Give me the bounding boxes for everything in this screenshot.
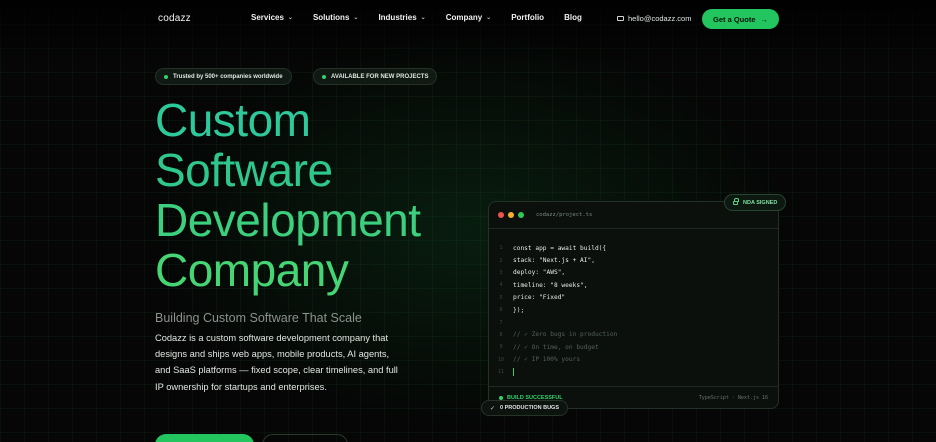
code-comment: // ✓ On time, on budget <box>513 343 599 351</box>
main-nav: Services ⌄ Solutions ⌄ Industries ⌄ Company ⌄ Po… <box>251 13 602 22</box>
code-line: 2 stack: "Next.js + AI", <box>489 254 778 266</box>
get-quote-label: Get a Quote <box>712 14 756 24</box>
production-bugs-badge: ✓ 0 PRODUCTION BUGS <box>481 400 569 416</box>
line-number: 5 <box>499 294 503 301</box>
chevron-down-icon: ⌄ <box>353 15 359 21</box>
nav-item-label: Services <box>251 13 284 22</box>
nav-item-label: Industries <box>378 13 417 22</box>
headline-line-2: Software <box>155 144 333 196</box>
code-line: 5 price: "Fixed" <box>489 292 778 304</box>
line-number: 11 <box>497 369 505 376</box>
nda-badge: NDA SIGNED <box>724 194 787 211</box>
code-comment: // ✓ IP 100% yours <box>513 356 581 364</box>
nav-item-industries[interactable]: Industries ⌄ <box>378 13 425 22</box>
code-line: 7 <box>489 316 778 328</box>
hero-subheading: Building Custom Software That Scale <box>155 311 362 325</box>
line-number: 8 <box>499 331 503 338</box>
code-window: codazz/project.ts 1 const app = await bui… <box>488 201 779 409</box>
get-quote-button[interactable]: Get a Quote → <box>702 9 779 29</box>
email-text: hello@codazz.com <box>628 14 692 23</box>
background-glow <box>0 0 936 442</box>
production-bugs-text: 0 PRODUCTION BUGS <box>500 405 560 411</box>
hero-headline: Custom Software Development Company <box>155 95 421 295</box>
status-dot-icon <box>499 395 503 400</box>
nav-item-label: Solutions <box>312 13 350 22</box>
code-text: deploy: "AWS", <box>513 269 566 277</box>
code-text: price: "Fixed" <box>513 294 566 302</box>
brand-logo[interactable]: codazz <box>158 13 191 24</box>
nav-item-company[interactable]: Company ⌄ <box>446 13 491 22</box>
trusted-badge: Trusted by 500+ companies worldwide <box>155 68 292 85</box>
mail-icon <box>617 16 624 21</box>
code-text: const app = await build({ <box>513 244 607 252</box>
code-line: 4 timeline: "8 weeks", <box>489 279 778 291</box>
maximize-dot-icon <box>518 212 524 218</box>
code-line: 1 const app = await build({ <box>489 242 778 254</box>
nav-item-blog[interactable]: Blog <box>564 13 582 22</box>
code-line: 6}); <box>489 304 778 316</box>
code-line: 8 // ✓ Zero bugs in production <box>489 329 778 341</box>
text-cursor <box>513 368 514 377</box>
email-link[interactable]: hello@codazz.com <box>617 14 691 23</box>
line-number: 10 <box>497 356 505 363</box>
code-line: 3 deploy: "AWS", <box>489 267 778 279</box>
headline-line-3: Development <box>155 194 421 246</box>
check-icon: ✓ <box>490 405 496 412</box>
availability-badge: AVAILABLE FOR NEW PROJECTS <box>313 68 438 85</box>
nav-item-label: Company <box>445 13 483 22</box>
nav-item-label: Portfolio <box>511 13 545 22</box>
code-line: 11 <box>489 366 778 378</box>
headline-line-4: Company <box>155 244 349 296</box>
close-dot-icon <box>498 212 504 218</box>
headline-line-1: Custom <box>155 94 311 146</box>
code-line: 9 // ✓ On time, on budget <box>489 341 778 353</box>
code-body: 1 const app = await build({ 2 stack: "Next… <box>489 229 778 378</box>
nav-item-services[interactable]: Services ⌄ <box>251 13 293 22</box>
code-text: timeline: "8 weeks", <box>513 281 588 289</box>
status-dot-icon <box>322 74 326 79</box>
nda-badge-text: NDA SIGNED <box>743 199 778 206</box>
stack-label: TypeScript · Next.js 16 <box>698 394 768 401</box>
line-number: 4 <box>499 282 503 289</box>
chevron-down-icon: ⌄ <box>287 15 293 21</box>
line-number: 3 <box>499 269 503 276</box>
hero-description: Codazz is a custom software development … <box>155 333 398 392</box>
line-number: 6 <box>499 307 503 314</box>
nav-item-solutions[interactable]: Solutions ⌄ <box>313 13 358 22</box>
secondary-cta-button[interactable] <box>262 434 348 442</box>
line-number: 1 <box>499 245 503 252</box>
chevron-down-icon: ⌄ <box>486 15 492 21</box>
status-dot-icon <box>164 74 168 79</box>
line-number: 2 <box>499 257 503 264</box>
code-line: 10 // ✓ IP 100% yours <box>489 354 778 366</box>
code-window-filename: codazz/project.ts <box>536 212 593 218</box>
nav-item-label: Blog <box>564 13 582 22</box>
chevron-down-icon: ⌄ <box>420 15 426 21</box>
primary-cta-button[interactable] <box>155 434 254 442</box>
minimize-dot-icon <box>508 212 514 218</box>
nav-item-portfolio[interactable]: Portfolio <box>511 13 544 22</box>
line-number: 9 <box>499 344 503 351</box>
code-text: stack: "Next.js + AI", <box>513 257 595 265</box>
arrow-right-icon: → <box>760 14 769 24</box>
line-number: 7 <box>499 319 503 326</box>
availability-badge-text: AVAILABLE FOR NEW PROJECTS <box>331 73 429 80</box>
code-text: }); <box>513 306 525 314</box>
lock-icon <box>733 197 739 205</box>
code-comment: // ✓ Zero bugs in production <box>513 331 618 339</box>
trusted-badge-text: Trusted by 500+ companies worldwide <box>173 73 283 80</box>
